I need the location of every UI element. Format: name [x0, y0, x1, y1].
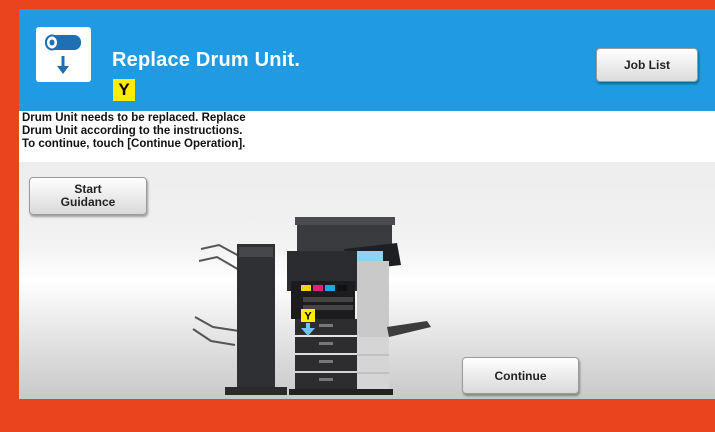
- continue-button[interactable]: Continue: [462, 357, 579, 394]
- page-title: Replace Drum Unit.: [112, 49, 301, 71]
- yellow-marker-label: Y: [304, 311, 312, 323]
- start-guidance-label-line2: Guidance: [60, 195, 116, 209]
- start-guidance-button[interactable]: Start Guidance: [29, 177, 147, 215]
- message-line: Drum Unit according to the instructions.: [22, 125, 243, 137]
- screen-panel: Replace Drum Unit. Y Job List Drum Unit …: [19, 9, 715, 399]
- message-line: Drum Unit needs to be replaced. Replace: [22, 112, 246, 124]
- header-bar: Replace Drum Unit. Y Job List: [19, 9, 715, 111]
- printer-illustration: Y: [169, 209, 439, 399]
- message-line: To continue, touch [Continue Operation].: [22, 138, 246, 150]
- yellow-color-badge: Y: [113, 79, 135, 101]
- drum-unit-icon: [36, 27, 91, 82]
- job-list-button[interactable]: Job List: [596, 48, 698, 82]
- instruction-message: Drum Unit needs to be replaced. Replace …: [22, 112, 322, 151]
